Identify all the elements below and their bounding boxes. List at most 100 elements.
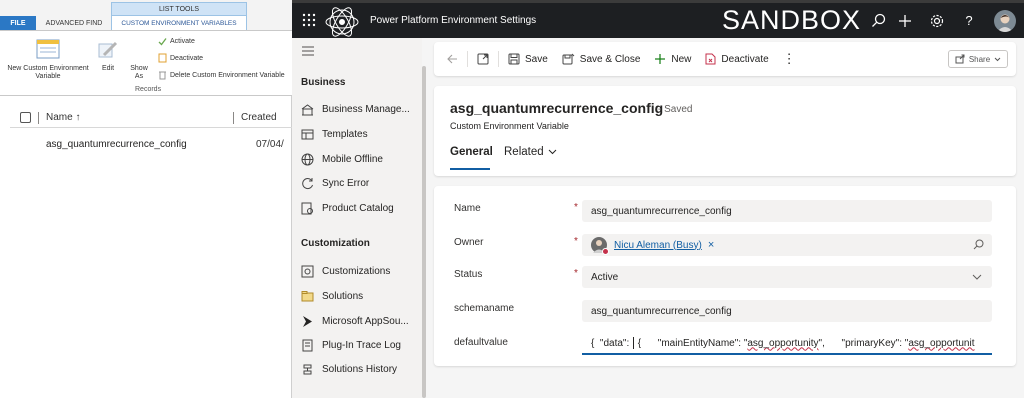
defaultvalue-text-4: ", "primaryKey": " — [818, 337, 909, 349]
save-icon — [508, 53, 520, 65]
tab-related-label: Related — [504, 146, 544, 158]
solutions-history-icon — [301, 363, 314, 376]
defaultvalue-text-1: { "data": — [591, 337, 633, 349]
required-indicator: * — [574, 236, 578, 247]
more-commands-icon[interactable]: ⋮ — [783, 51, 796, 67]
checkmark-icon — [158, 37, 167, 46]
settings-icon[interactable] — [928, 12, 946, 30]
defaultvalue-text-2: { "mainEntityName": " — [635, 337, 748, 349]
table-row[interactable]: asg_quantumrecurrence_config 07/04/ — [10, 133, 292, 155]
tab-general[interactable]: General — [450, 146, 493, 158]
save-label: Save — [525, 53, 548, 65]
status-label: Status — [454, 269, 483, 280]
defaultvalue-field[interactable]: { "data": { "mainEntityName": " asg_oppor… — [582, 333, 992, 355]
new-cev-button[interactable]: New Custom Environment Variable — [2, 65, 94, 81]
deactivate-button[interactable]: Deactivate — [705, 53, 769, 65]
add-icon — [654, 53, 666, 65]
environment-settings-window: Power Platform Environment Settings SAND… — [292, 0, 1024, 398]
sitemap-item-plugin-trace-log[interactable]: Plug-In Trace Log — [301, 334, 419, 356]
activate-button[interactable]: Activate — [158, 37, 195, 46]
globe-icon — [301, 153, 314, 166]
tab-related[interactable]: Related — [504, 146, 557, 158]
sitemap-item-business-management[interactable]: Business Manage... — [301, 98, 419, 120]
sitemap-item-label: Customizations — [322, 265, 391, 277]
tab-custom-environment-variables[interactable]: CUSTOM ENVIRONMENT VARIABLES — [111, 15, 247, 31]
new-button[interactable]: New — [654, 53, 691, 65]
sitemap-item-microsoft-appsource[interactable]: Microsoft AppSou... — [301, 310, 419, 332]
text-cursor — [633, 337, 635, 349]
share-icon — [955, 54, 965, 64]
sitemap-item-product-catalog[interactable]: Product Catalog — [301, 197, 419, 219]
search-icon[interactable] — [973, 239, 984, 250]
command-bar: Save Save & Close New Deactivate ⋮ Share — [434, 42, 1016, 76]
required-indicator: * — [574, 202, 578, 213]
help-icon[interactable]: ? — [960, 12, 978, 30]
name-field[interactable]: asg_quantumrecurrence_config — [582, 200, 992, 222]
sitemap-item-label: Templates — [322, 128, 368, 140]
defaultvalue-text-3: asg_opportunity — [747, 337, 819, 349]
owner-link[interactable]: Nicu Aleman (Busy) — [614, 240, 702, 251]
chevron-down-icon — [972, 273, 982, 281]
defaultvalue-label: defaultvalue — [454, 337, 508, 348]
sitemap-item-sync-error[interactable]: Sync Error — [301, 172, 419, 194]
activate-label: Activate — [170, 38, 195, 45]
remove-owner-icon[interactable]: × — [708, 239, 714, 251]
trash-icon — [158, 70, 167, 80]
hamburger-icon[interactable] — [302, 46, 316, 56]
tab-file[interactable]: FILE — [0, 16, 36, 31]
site-map: Business Business Manage... Templates Mo… — [292, 38, 422, 398]
new-record-icon[interactable] — [36, 39, 60, 59]
sitemap-group-business: Business — [301, 77, 346, 88]
owner-avatar — [591, 237, 609, 255]
chevron-down-icon — [548, 149, 557, 155]
tab-advanced-find[interactable]: ADVANCED FIND — [38, 16, 110, 31]
search-icon[interactable] — [870, 12, 888, 30]
column-header-name[interactable]: Name ↑ — [46, 112, 226, 123]
share-button[interactable]: Share — [948, 50, 1008, 68]
save-and-close-button[interactable]: Save & Close — [562, 53, 640, 65]
delete-cev-button[interactable]: Delete Custom Environment Variable — [158, 70, 285, 80]
owner-lookup[interactable]: Nicu Aleman (Busy) × — [582, 234, 992, 256]
name-label: Name — [454, 203, 481, 214]
entity-name: Custom Environment Variable — [450, 121, 569, 131]
column-header-created[interactable]: Created — [241, 112, 277, 123]
business-management-icon — [301, 103, 314, 116]
waffle-icon[interactable] — [302, 13, 316, 27]
general-fields: Name * asg_quantumrecurrence_config Owne… — [434, 186, 1016, 366]
select-all-checkbox[interactable] — [20, 112, 31, 123]
schemaname-label: schemaname — [454, 303, 515, 314]
back-icon[interactable] — [446, 53, 458, 65]
busy-presence-icon — [602, 248, 609, 255]
sitemap-scrollbar[interactable] — [422, 66, 426, 398]
grid-header: Name ↑ Created — [10, 108, 292, 128]
schemaname-field[interactable]: asg_quantumrecurrence_config — [582, 300, 992, 322]
selected-tab-indicator — [450, 168, 490, 170]
owner-label: Owner — [454, 237, 484, 248]
deactivate-button[interactable]: Deactivate — [158, 53, 203, 63]
trace-log-icon — [301, 339, 314, 352]
list-tools-header: LIST TOOLS — [111, 2, 247, 15]
sitemap-item-label: Mobile Offline — [322, 153, 383, 165]
edit-icon[interactable] — [98, 41, 118, 59]
sitemap-item-mobile-offline[interactable]: Mobile Offline — [301, 148, 419, 170]
avatar[interactable] — [994, 10, 1016, 32]
sitemap-item-customizations[interactable]: Customizations — [301, 260, 419, 282]
open-in-new-window-icon[interactable] — [477, 53, 489, 65]
product-catalog-icon — [301, 202, 314, 215]
sitemap-item-label: Solutions History — [322, 363, 398, 375]
show-as-button[interactable]: Show As — [126, 65, 152, 81]
status-value: Active — [591, 271, 619, 283]
top-bar: Power Platform Environment Settings SAND… — [292, 0, 1024, 38]
share-label: Share — [968, 54, 991, 64]
customizations-icon — [301, 265, 314, 278]
sitemap-item-solutions-history[interactable]: Solutions History — [301, 358, 419, 380]
status-select[interactable]: Active — [582, 266, 992, 288]
add-icon[interactable] — [896, 12, 914, 30]
edit-button[interactable]: Edit — [97, 65, 119, 73]
row-name[interactable]: asg_quantumrecurrence_config — [46, 139, 256, 150]
sitemap-item-label: Business Manage... — [322, 103, 410, 115]
sitemap-item-solutions[interactable]: Solutions — [301, 285, 419, 307]
sitemap-item-templates[interactable]: Templates — [301, 123, 419, 145]
save-button[interactable]: Save — [508, 53, 548, 65]
record-title: asg_quantumrecurrence_config — [450, 100, 664, 116]
